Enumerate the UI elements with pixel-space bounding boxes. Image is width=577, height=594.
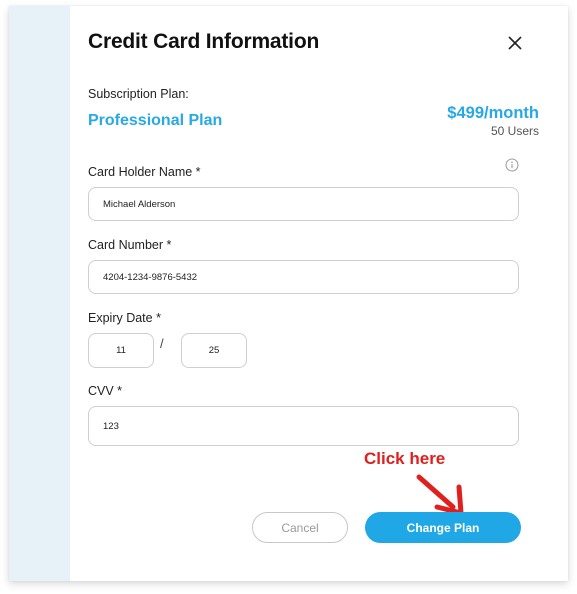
left-accent-strip <box>9 6 70 581</box>
expiry-year-input[interactable]: 25 <box>181 333 247 368</box>
click-here-annotation: Click here <box>364 449 446 468</box>
dialog-title: Credit Card Information <box>88 30 320 53</box>
subscription-plan-label: Subscription Plan: <box>88 87 189 101</box>
expiry-date-label: Expiry Date * <box>88 311 161 325</box>
expiry-separator: / <box>160 336 164 351</box>
red-arrow-icon <box>416 474 464 515</box>
close-icon[interactable] <box>504 32 526 54</box>
info-icon[interactable] <box>505 158 519 172</box>
plan-name: Professional Plan <box>88 112 223 129</box>
change-plan-button[interactable]: Change Plan <box>365 512 521 543</box>
cancel-button[interactable]: Cancel <box>252 512 348 543</box>
cvv-input[interactable]: 123 <box>88 406 519 446</box>
card-holder-label: Card Holder Name * <box>88 165 201 179</box>
plan-price: $499/month <box>447 104 539 122</box>
card-number-label: Card Number * <box>88 238 172 252</box>
card-number-input[interactable]: 4204-1234-9876-5432 <box>88 260 519 294</box>
card-holder-input[interactable]: Michael Alderson <box>88 187 519 221</box>
cvv-label: CVV * <box>88 384 123 398</box>
expiry-month-input[interactable]: 11 <box>88 333 154 368</box>
plan-users: 50 Users <box>490 124 539 138</box>
